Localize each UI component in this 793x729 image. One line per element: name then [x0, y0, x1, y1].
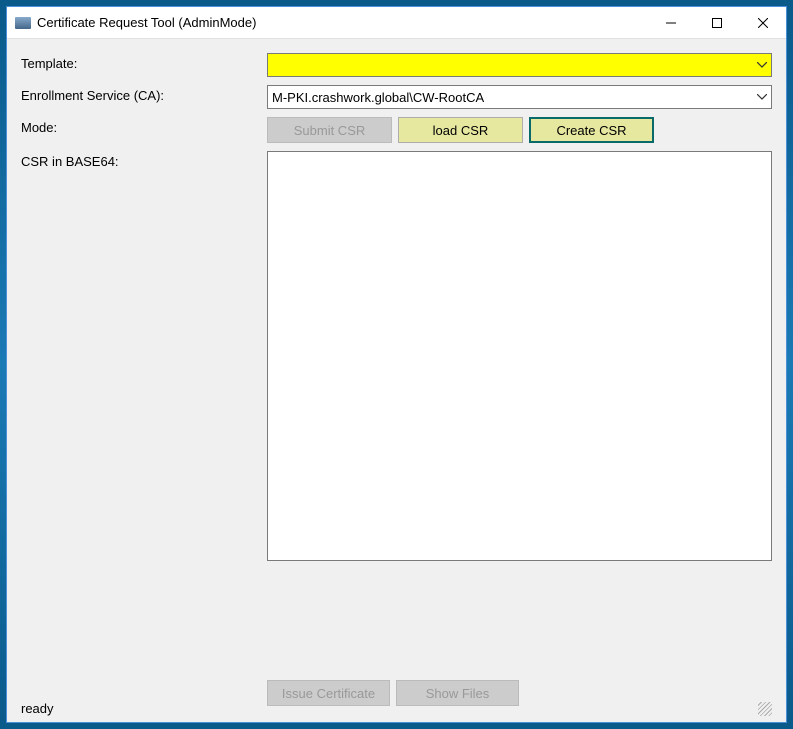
create-csr-button[interactable]: Create CSR: [529, 117, 654, 143]
status-text: ready: [21, 701, 54, 716]
app-icon: [15, 17, 31, 29]
enrollment-value: M-PKI.crashwork.global\CW-RootCA: [272, 90, 484, 105]
template-label: Template:: [21, 53, 261, 77]
submit-csr-button: Submit CSR: [267, 117, 392, 143]
resize-grip-icon[interactable]: [758, 702, 772, 716]
enrollment-label: Enrollment Service (CA):: [21, 85, 261, 109]
enrollment-dropdown[interactable]: M-PKI.crashwork.global\CW-RootCA: [267, 85, 772, 109]
maximize-icon: [712, 18, 722, 28]
chevron-down-icon: [757, 62, 767, 68]
chevron-down-icon: [757, 94, 767, 100]
template-dropdown[interactable]: [267, 53, 772, 77]
content-area: Template: Enrollment Service (CA): M-PKI…: [7, 39, 786, 722]
close-icon: [758, 18, 768, 28]
maximize-button[interactable]: [694, 7, 740, 38]
application-window: Certificate Request Tool (AdminMode) Tem…: [6, 6, 787, 723]
mode-label: Mode:: [21, 117, 261, 143]
csr-textarea[interactable]: [267, 151, 772, 561]
close-button[interactable]: [740, 7, 786, 38]
minimize-icon: [666, 18, 676, 28]
mode-button-row: Submit CSR load CSR Create CSR: [267, 117, 772, 143]
csr-label: CSR in BASE64:: [21, 151, 261, 662]
window-title: Certificate Request Tool (AdminMode): [37, 15, 648, 30]
load-csr-button[interactable]: load CSR: [398, 117, 523, 143]
status-bar: ready: [21, 701, 772, 716]
minimize-button[interactable]: [648, 7, 694, 38]
titlebar[interactable]: Certificate Request Tool (AdminMode): [7, 7, 786, 39]
csr-textarea-wrap: [267, 151, 772, 662]
window-controls: [648, 7, 786, 38]
